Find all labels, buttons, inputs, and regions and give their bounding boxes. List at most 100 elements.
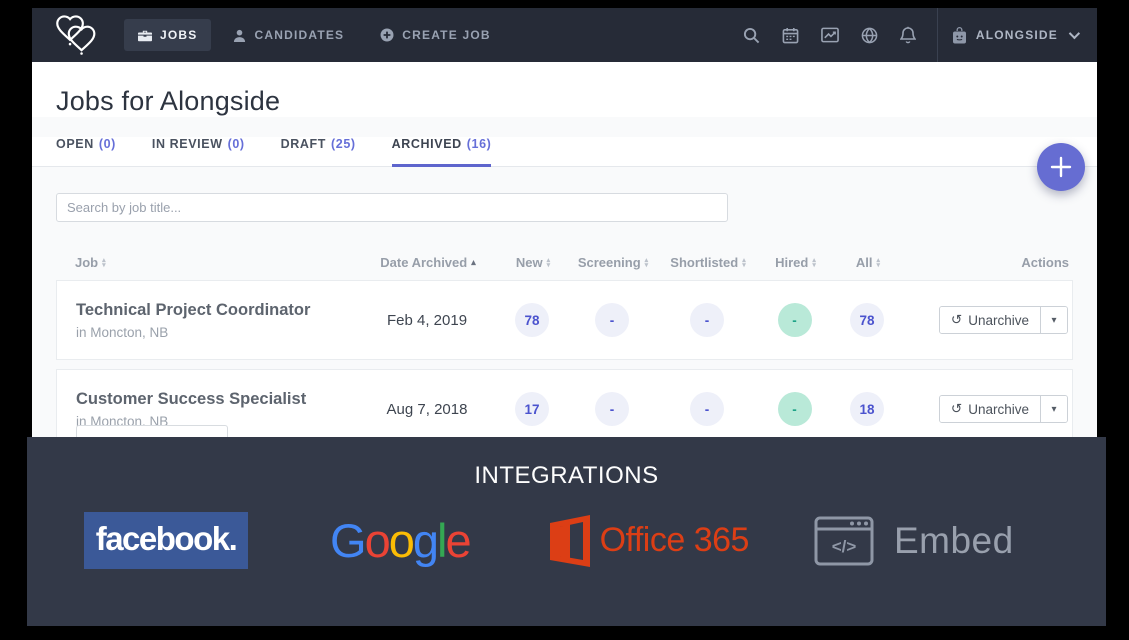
nav-item-jobs[interactable]: JOBS [124,19,211,51]
google-letter: l [437,513,445,568]
nav-item-candidates[interactable]: CANDIDATES [219,19,358,51]
column-header-all[interactable]: All ▴▾ [833,255,903,270]
actions-cell: ↺ Unarchive ▾ [902,395,1072,423]
google-logo: G o o g l e [330,513,470,568]
column-label: Hired [775,255,808,270]
globe-icon[interactable] [850,19,889,52]
facebook-wordmark: facebook. [96,520,237,562]
shortlisted-cell[interactable]: - [657,303,757,337]
google-letter: o [389,513,413,568]
screening-cell[interactable]: - [567,303,657,337]
organization-icon [952,27,967,44]
sort-icon[interactable]: ▴▾ [102,258,106,268]
all-count-badge[interactable]: 18 [850,392,884,426]
sort-asc-icon[interactable]: ▴ [471,258,476,267]
office365-logo: Office 365 [550,515,749,567]
tab-draft[interactable]: DRAFT (25) [281,137,356,167]
tab-open[interactable]: OPEN (0) [56,137,116,167]
column-header-job[interactable]: Job ▴▾ [56,255,358,270]
table-header: Job ▴▾ Date Archived ▴ New ▴▾ Screening … [56,255,1073,280]
search-input[interactable] [56,193,728,222]
top-navbar: JOBS CANDIDATES CREATE JOB [32,8,1097,62]
sort-icon[interactable]: ▴▾ [645,258,649,268]
integrations-title: INTEGRATIONS [27,462,1106,490]
unarchive-button[interactable]: ↺ Unarchive [940,307,1040,333]
tab-archived[interactable]: ARCHIVED (16) [392,137,492,167]
column-label: New [516,255,543,270]
column-label: Screening [578,255,641,270]
actions-cell: ↺ Unarchive ▾ [902,306,1072,334]
action-dropdown-button[interactable]: ▾ [1040,396,1067,422]
new-count-badge[interactable]: 17 [515,392,549,426]
sort-icon[interactable]: ▴▾ [742,258,746,268]
table-row[interactable]: Technical Project Coordinator in Moncton… [56,280,1073,360]
add-job-button[interactable] [1037,143,1085,191]
unarchive-label: Unarchive [968,402,1029,417]
job-cell: Technical Project Coordinator in Moncton… [57,301,357,340]
integration-logos: facebook. G o o g l e Office 365 [27,512,1106,569]
sort-icon[interactable]: ▴▾ [877,258,881,268]
hired-count-badge[interactable]: - [778,303,812,337]
all-cell[interactable]: 78 [832,303,902,337]
tab-label: ARCHIVED [392,137,462,151]
search-icon[interactable] [732,19,771,52]
column-header-screening[interactable]: Screening ▴▾ [568,255,658,270]
date-archived-cell: Aug 7, 2018 [357,401,497,418]
restore-icon: ↺ [951,312,962,328]
plus-circle-icon [380,28,394,42]
tab-label: IN REVIEW [152,137,223,151]
column-label: All [856,255,873,270]
all-count-badge[interactable]: 78 [850,303,884,337]
column-header-hired[interactable]: Hired ▴▾ [758,255,833,270]
jobs-content: Job ▴▾ Date Archived ▴ New ▴▾ Screening … [32,167,1097,449]
embed-logo: </> Embed [814,516,1014,566]
double-heart-icon [56,15,102,55]
analytics-icon[interactable] [810,19,850,51]
embed-wordmark: Embed [894,520,1014,562]
new-cell[interactable]: 78 [497,303,567,337]
shortlisted-count-badge[interactable]: - [690,392,724,426]
screening-count-badge[interactable]: - [595,303,629,337]
screening-count-badge[interactable]: - [595,392,629,426]
notifications-bell-icon[interactable] [889,18,927,52]
new-cell[interactable]: 17 [497,392,567,426]
calendar-icon[interactable] [771,19,810,52]
screening-cell[interactable]: - [567,392,657,426]
nav-item-label: CANDIDATES [254,28,344,42]
plus-icon [1050,156,1072,178]
navbar-divider [937,8,938,62]
person-icon [233,29,246,42]
new-count-badge[interactable]: 78 [515,303,549,337]
nav-item-label: CREATE JOB [402,28,490,42]
account-menu[interactable]: ALONGSIDE [952,27,1077,44]
screen: { "navbar": { "nav_items": [ { "label": … [0,0,1129,640]
action-dropdown-button[interactable]: ▾ [1040,307,1067,333]
all-cell[interactable]: 18 [832,392,902,426]
hired-cell[interactable]: - [757,303,832,337]
hired-cell[interactable]: - [757,392,832,426]
column-header-shortlisted[interactable]: Shortlisted ▴▾ [658,255,758,270]
office365-wordmark: Office 365 [600,521,749,560]
shortlisted-count-badge[interactable]: - [690,303,724,337]
caret-down-icon: ▾ [1051,315,1056,326]
sort-icon[interactable]: ▴▾ [547,258,551,268]
alongside-logo[interactable] [56,15,102,55]
shortlisted-cell[interactable]: - [657,392,757,426]
unarchive-label: Unarchive [968,313,1029,328]
column-header-new[interactable]: New ▴▾ [498,255,568,270]
page-title: Jobs for Alongside [56,86,1073,117]
job-title[interactable]: Customer Success Specialist [76,390,357,409]
sort-icon[interactable]: ▴▾ [812,258,816,268]
tab-count: (0) [228,137,245,151]
hired-count-badge[interactable]: - [778,392,812,426]
job-title[interactable]: Technical Project Coordinator [76,301,357,320]
nav-item-create-job[interactable]: CREATE JOB [366,19,504,51]
column-header-date-archived[interactable]: Date Archived ▴ [358,255,498,270]
restore-icon: ↺ [951,401,962,417]
unarchive-button[interactable]: ↺ Unarchive [940,396,1040,422]
tab-in-review[interactable]: IN REVIEW (0) [152,137,245,167]
svg-text:</>: </> [832,537,857,556]
google-letter: e [445,513,469,568]
tab-label: OPEN [56,137,94,151]
office-icon [550,515,590,567]
